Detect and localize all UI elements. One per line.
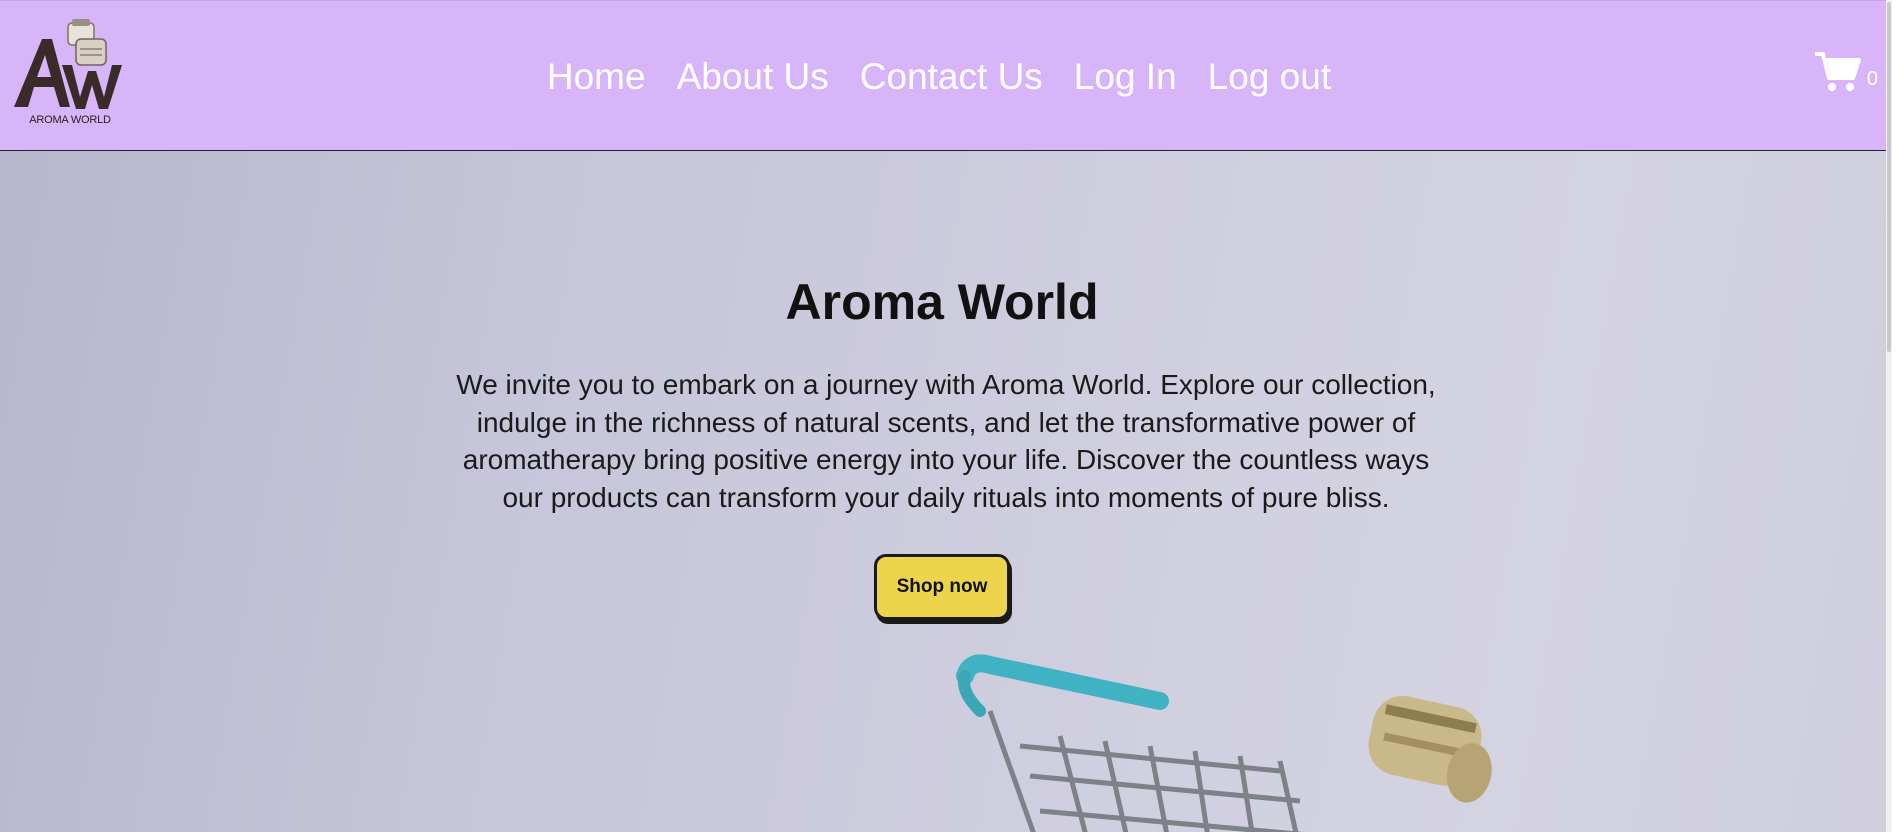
nav-about-link[interactable]: About Us [677,58,829,95]
page: AROMA WORLD Home About Us Contact Us Log… [0,0,1892,832]
logo-mark-icon [14,19,122,109]
nav-login-link[interactable]: Log In [1074,58,1177,95]
cart-count-badge: 0 [1866,68,1878,90]
scrollbar-thumb[interactable] [1887,2,1891,352]
nav-contact-link[interactable]: Contact Us [860,58,1043,95]
shop-now-button[interactable]: Shop now [874,554,1010,620]
vertical-scrollbar[interactable] [1886,0,1892,832]
hero-section: Aroma World We invite you to embark on a… [0,151,1892,832]
hero-content: Aroma World We invite you to embark on a… [0,277,1892,620]
navbar: AROMA WORLD Home About Us Contact Us Log… [0,0,1892,151]
hero-title: Aroma World [785,274,1099,330]
main-nav: Home About Us Contact Us Log In Log out [0,1,1892,152]
shopping-cart-icon [1814,52,1861,91]
cart-button[interactable]: 0 [1814,51,1878,93]
nav-logout-link[interactable]: Log out [1208,58,1331,95]
logo[interactable]: AROMA WORLD [10,19,130,129]
shopping-cart-illustration [956,654,1492,832]
logo-caption: AROMA WORLD [29,114,111,126]
nav-home-link[interactable]: Home [547,58,646,95]
hero-description: We invite you to embark on a journey wit… [456,369,1436,513]
